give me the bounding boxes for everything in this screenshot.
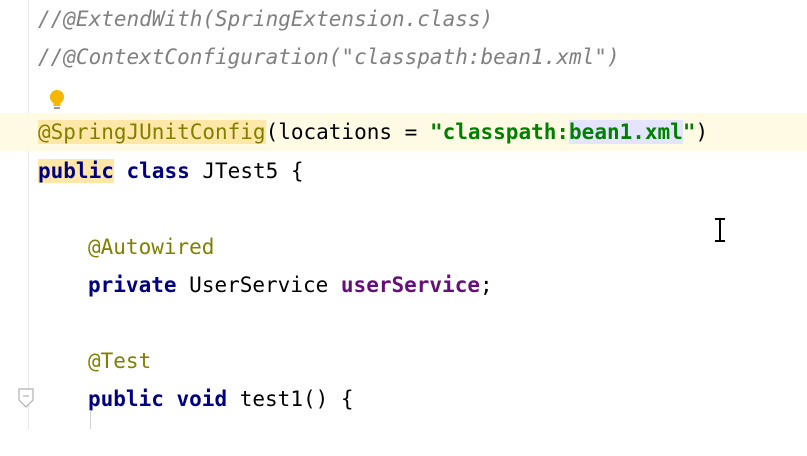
keyword-void: void bbox=[176, 387, 228, 411]
fold-marker-icon[interactable] bbox=[16, 386, 36, 410]
code-line-11[interactable]: public void test1() { bbox=[0, 380, 807, 418]
keyword-public: public bbox=[88, 387, 164, 411]
method-name: test1() { bbox=[239, 387, 354, 411]
test-annotation: @Test bbox=[88, 349, 152, 373]
code-line-1[interactable]: //@ExtendWith(SpringExtension.class) bbox=[0, 0, 807, 38]
code-line-5[interactable]: public class JTest5 { bbox=[0, 152, 807, 190]
comment-extendwith: //@ExtendWith(SpringExtension.class) bbox=[38, 7, 494, 31]
spring-junit-config-annotation: @SpringJUnitConfig bbox=[38, 120, 266, 144]
indent-guide bbox=[90, 410, 91, 429]
code-line-10[interactable]: @Test bbox=[0, 342, 807, 380]
keyword-private: private bbox=[88, 273, 177, 297]
string-prefix: "classpath: bbox=[429, 120, 570, 144]
keyword-public: public bbox=[38, 159, 114, 183]
semicolon: ; bbox=[479, 273, 493, 297]
annotation-line: @SpringJUnitConfig(locations = "classpat… bbox=[38, 113, 708, 151]
lightbulb-icon[interactable] bbox=[48, 88, 66, 112]
autowired-annotation: @Autowired bbox=[88, 235, 215, 259]
field-declaration: private UserService userService; bbox=[88, 266, 493, 304]
class-name: JTest5 { bbox=[202, 159, 304, 183]
string-selected-part: bean1.xml bbox=[569, 120, 683, 144]
string-end-quote: " bbox=[682, 120, 696, 144]
close-paren: ) bbox=[695, 120, 709, 144]
locations-param: (locations = bbox=[265, 120, 430, 144]
code-line-8[interactable]: private UserService userService; bbox=[0, 266, 807, 304]
field-userservice: userService bbox=[340, 273, 480, 297]
type-userservice: UserService bbox=[189, 273, 329, 297]
keyword-class: class bbox=[126, 159, 190, 183]
code-line-4[interactable]: @SpringJUnitConfig(locations = "classpat… bbox=[0, 113, 807, 151]
code-line-7[interactable]: @Autowired bbox=[0, 228, 807, 266]
code-line-2[interactable]: //@ContextConfiguration("classpath:bean1… bbox=[0, 38, 807, 76]
class-declaration: public class JTest5 { bbox=[38, 152, 304, 190]
comment-contextconfiguration: //@ContextConfiguration("classpath:bean1… bbox=[38, 45, 620, 69]
text-cursor-icon bbox=[715, 218, 725, 242]
method-declaration: public void test1() { bbox=[88, 380, 354, 418]
